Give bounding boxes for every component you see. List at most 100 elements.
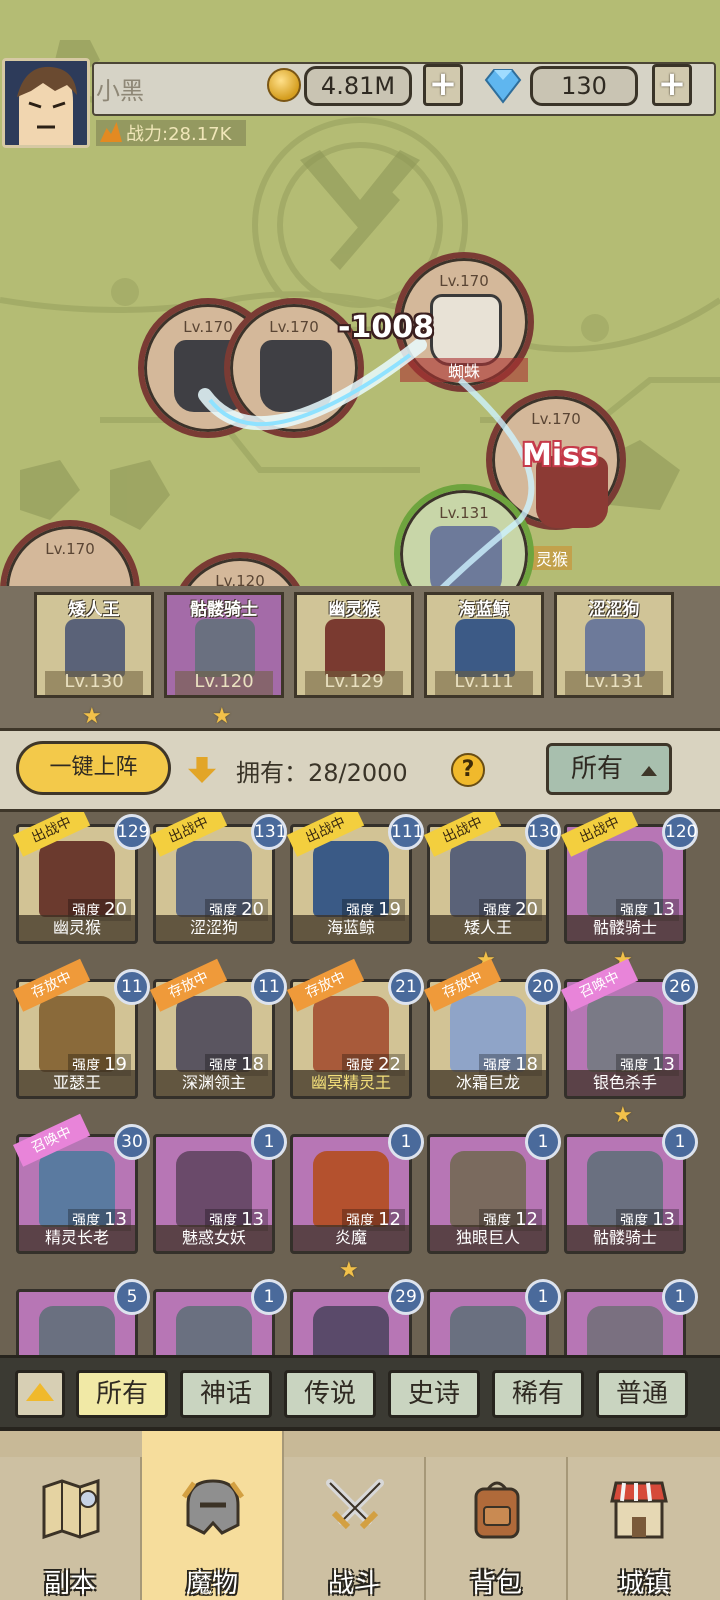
gold-coin-icon [267, 68, 301, 102]
level-badge: 120 [662, 814, 698, 850]
lineup-slot-name: 海蓝鲸 [458, 600, 510, 620]
add-gold-button[interactable]: + [423, 64, 463, 106]
combat-power: 战力:28.17K [126, 124, 232, 145]
sort-filter-dropdown[interactable]: 所有 [546, 743, 672, 795]
auto-deploy-button[interactable]: 一键上阵 [16, 741, 171, 795]
diamond-amount: 130 [530, 66, 638, 106]
shop-icon [610, 1481, 668, 1539]
help-icon[interactable]: ? [451, 753, 485, 787]
level-badge: 1 [525, 1279, 561, 1315]
star-icon: ★ [82, 704, 102, 729]
monster-name: 骷髅骑士 [567, 1225, 683, 1251]
dwarf-king-icon [65, 619, 125, 677]
monster-name: 魅惑女妖 [156, 1225, 272, 1251]
level-badge: 111 [388, 814, 424, 850]
nav-town[interactable]: 城镇 [568, 1457, 720, 1600]
nav-label: 魔物 [185, 1569, 238, 1599]
backpack-icon [474, 1481, 520, 1539]
add-diamond-button[interactable]: + [652, 64, 692, 106]
lineup-slot-level: Lv.130 [45, 671, 143, 695]
monster-name: 冰霜巨龙 [430, 1070, 546, 1096]
nav-label: 城镇 [617, 1569, 670, 1599]
crossed-swords-icon [326, 1479, 384, 1530]
lineup-slot-level: Lv.129 [305, 671, 403, 695]
level-badge: 131 [251, 814, 287, 850]
gold-amount: 4.81M [304, 66, 412, 106]
diamond-icon [484, 69, 522, 104]
nav-dungeon[interactable]: 副本 [0, 1457, 142, 1600]
lineup-slot-level: Lv.131 [565, 671, 663, 695]
nav-label: 战斗 [327, 1569, 380, 1599]
monster-name: 深渊领主 [156, 1070, 272, 1096]
level-badge: 129 [114, 814, 150, 850]
blue-whale-icon [455, 619, 515, 677]
level-badge: 26 [662, 969, 698, 1005]
lineup-slot-name: 矮人王 [68, 600, 120, 620]
collection-controls: 一键上阵 拥有：28/2000 ? 所有 [0, 728, 720, 812]
star-icon: ★ [613, 1103, 633, 1128]
lineup-slot[interactable]: 海蓝鲸 Lv.111 [424, 592, 544, 698]
monster-name: 海蓝鲸 [293, 915, 409, 941]
nav-monsters[interactable]: 魔物 [142, 1431, 284, 1600]
player-avatar[interactable] [2, 58, 90, 148]
helmet-icon [181, 1479, 245, 1535]
monster-grid: 出战中 强度 20 幽灵猴 129 出战中 强度 20 涩涩狗 131 出战中 强度 19 海蓝鲸 111 出… [0, 812, 720, 1378]
skeleton-knight-icon [195, 619, 255, 677]
lineup-slot-level: Lv.111 [435, 671, 533, 695]
star-icon: ★ [339, 1258, 359, 1283]
rarity-filter-bar: 所有 神话 传说 史诗 稀有 普通 [0, 1355, 720, 1427]
nav-label: 背包 [469, 1569, 522, 1599]
nav-bag[interactable]: 背包 [426, 1457, 568, 1600]
level-badge: 20 [525, 969, 561, 1005]
down-arrow-icon [188, 757, 216, 783]
battle-map: Lv.170 Lv.170 Lv.170 蜘蛛 Lv.170 灵猴 Lv.131… [0, 0, 720, 600]
lineup-bar: 矮人王 Lv.130 骷髅骑士 Lv.120 幽灵猴 Lv.129 海蓝鲸 Lv… [0, 586, 720, 729]
rarity-epic[interactable]: 史诗 [388, 1370, 480, 1418]
lineup-slot[interactable]: 幽灵猴 Lv.129 [294, 592, 414, 698]
avatar-portrait [5, 61, 87, 145]
level-badge: 11 [251, 969, 287, 1005]
level-badge: 1 [251, 1279, 287, 1315]
lineup-slot-name: 涩涩狗 [588, 600, 640, 620]
miss-text: Miss [522, 438, 598, 473]
nav-label: 副本 [43, 1569, 96, 1599]
monster-name: 银色杀手 [567, 1070, 683, 1096]
lineup-slot[interactable]: 矮人王 Lv.130 [34, 592, 154, 698]
bottom-nav: 副本 魔物 战斗 背包 城镇 [0, 1427, 720, 1600]
monster-name: 涩涩狗 [156, 915, 272, 941]
lineup-slot-name: 骷髅骑士 [190, 600, 258, 620]
lineup-slot[interactable]: 骷髅骑士 Lv.120 [164, 592, 284, 698]
lineup-slot[interactable]: 涩涩狗 Lv.131 [554, 592, 674, 698]
monster-name: 独眼巨人 [430, 1225, 546, 1251]
level-badge: 30 [114, 1124, 150, 1160]
rarity-legendary[interactable]: 传说 [284, 1370, 376, 1418]
lineup-slot-level: Lv.120 [175, 671, 273, 695]
triangle-up-icon [26, 1383, 54, 1401]
level-badge: 29 [388, 1279, 424, 1315]
monster-name: 幽冥精灵王 [293, 1070, 409, 1096]
level-badge: 1 [251, 1124, 287, 1160]
rarity-rare[interactable]: 稀有 [492, 1370, 584, 1418]
nav-battle[interactable]: 战斗 [284, 1457, 426, 1600]
monster-name: 炎魔 [293, 1225, 409, 1251]
player-header: 小黑 4.81M + 130 + 战力:28.17K [0, 58, 720, 148]
caret-up-icon [641, 766, 657, 776]
monster-name: 幽灵猴 [19, 915, 135, 941]
map-icon [42, 1478, 100, 1540]
monster-name: 骷髅骑士 [567, 915, 683, 941]
monster-name: 矮人王 [430, 915, 546, 941]
ghost-monkey-icon [325, 619, 385, 677]
owned-count: 拥有：28/2000 [236, 759, 408, 787]
level-badge: 1 [388, 1124, 424, 1160]
wolf-dog-icon [585, 619, 645, 677]
level-badge: 130 [525, 814, 561, 850]
collapse-button[interactable] [15, 1370, 65, 1418]
monster-name: 亚瑟王 [19, 1070, 135, 1096]
level-badge: 1 [662, 1124, 698, 1160]
rarity-mythic[interactable]: 神话 [180, 1370, 272, 1418]
lineup-slot-name: 幽灵猴 [328, 600, 380, 620]
level-badge: 21 [388, 969, 424, 1005]
rarity-all[interactable]: 所有 [76, 1370, 168, 1418]
rarity-common[interactable]: 普通 [596, 1370, 688, 1418]
player-name: 小黑 [96, 77, 144, 105]
